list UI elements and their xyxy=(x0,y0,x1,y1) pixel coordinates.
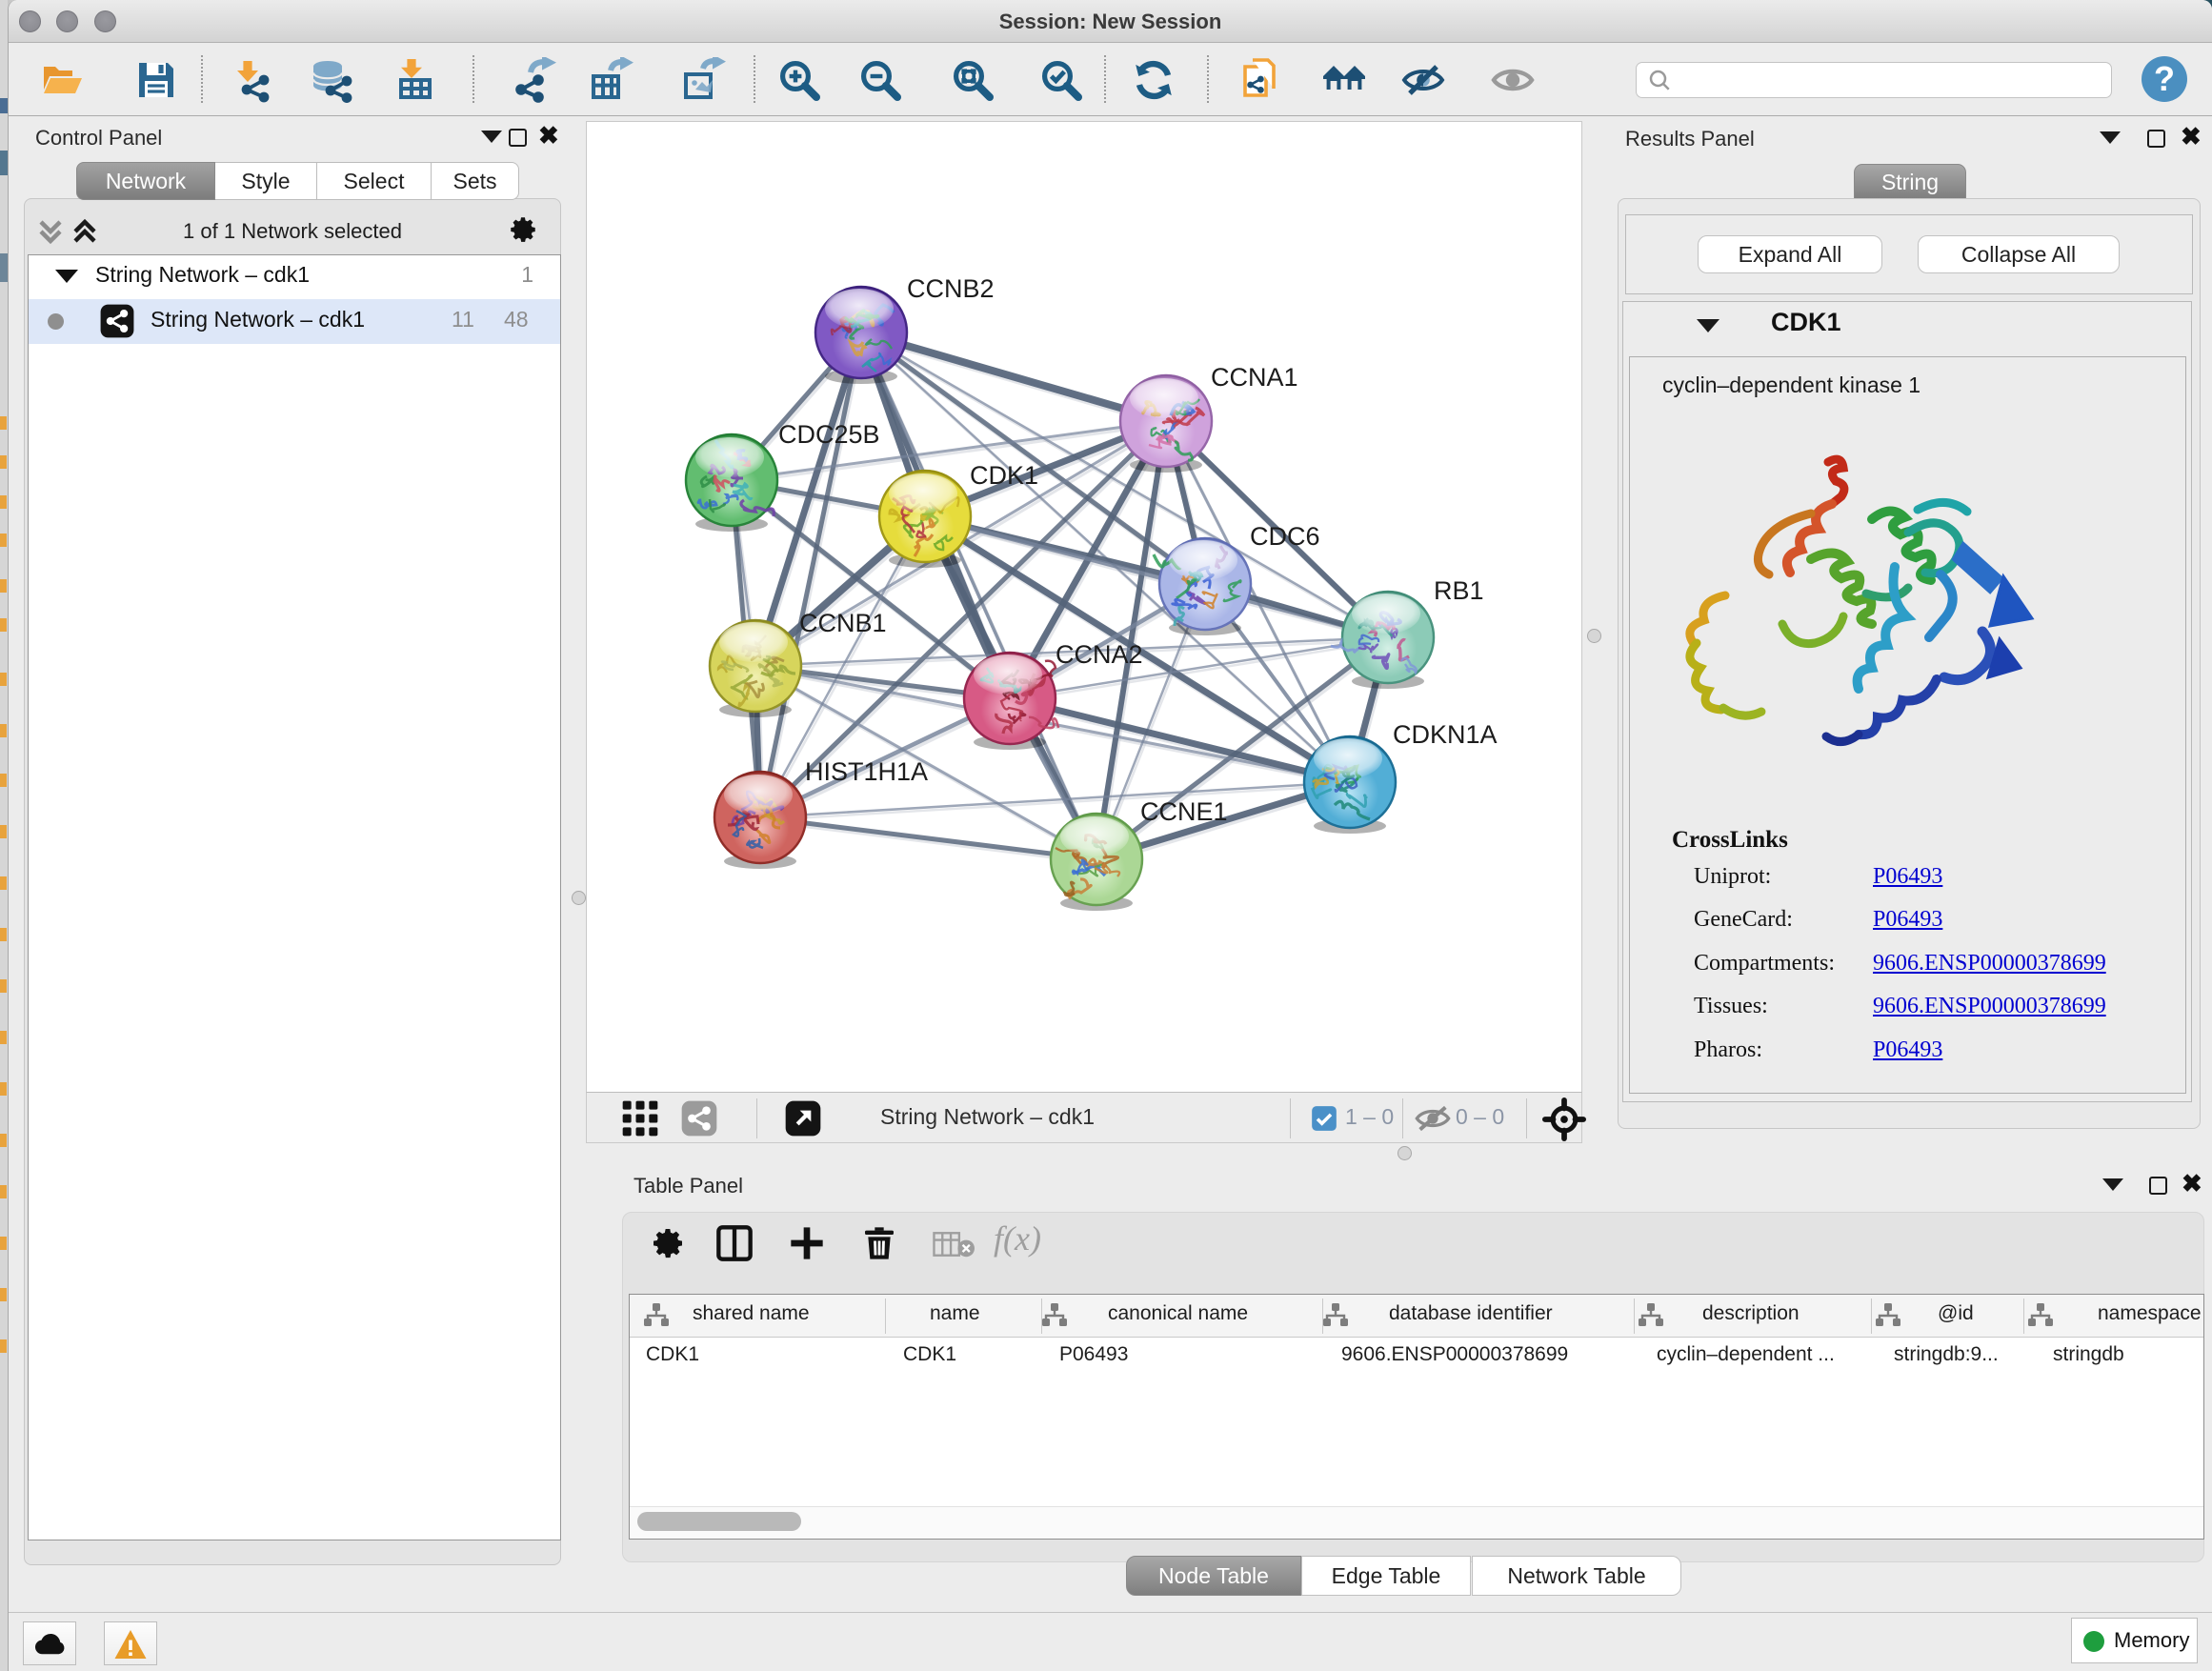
svg-text:CDC25B: CDC25B xyxy=(778,420,880,449)
svg-text:CCNB1: CCNB1 xyxy=(799,609,887,637)
svg-text:CCNA1: CCNA1 xyxy=(1211,363,1298,392)
svg-text:CDKN1A: CDKN1A xyxy=(1393,720,1498,749)
svg-text:HIST1H1A: HIST1H1A xyxy=(805,757,928,786)
svg-text:CCNB2: CCNB2 xyxy=(907,274,995,303)
svg-text:CCNA2: CCNA2 xyxy=(1056,640,1143,669)
svg-text:RB1: RB1 xyxy=(1434,576,1484,605)
svg-text:CDK1: CDK1 xyxy=(970,461,1038,490)
svg-text:?: ? xyxy=(2154,59,2175,98)
svg-text:CCNE1: CCNE1 xyxy=(1140,797,1228,826)
svg-text:CDC6: CDC6 xyxy=(1250,522,1320,551)
